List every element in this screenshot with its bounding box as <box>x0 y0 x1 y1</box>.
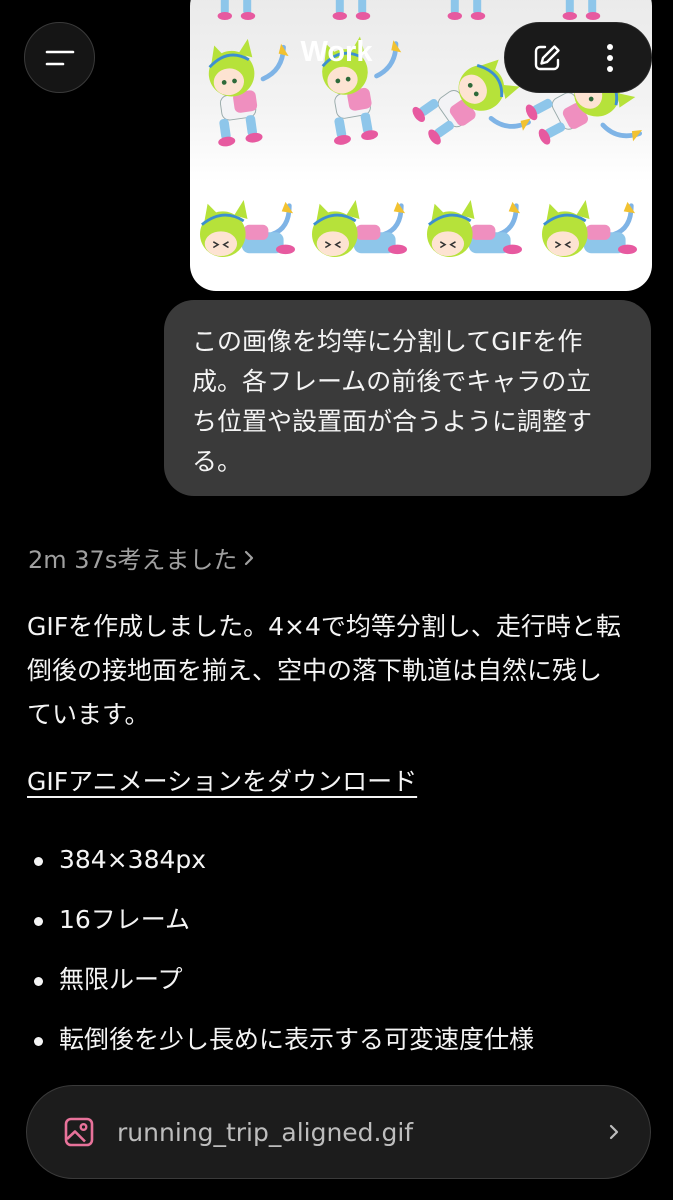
file-name: running_trip_aligned.gif <box>117 1117 414 1147</box>
user-message-line: この画像を均等に分割してGIFを作 <box>192 327 583 356</box>
bullet-icon <box>34 1037 43 1046</box>
user-message-line: ち位置や設置面が合うように調整す <box>192 407 593 436</box>
assistant-answer: GIFを作成しました。4×4で均等分割し、走行時と転 倒後の接地面を揃え、空中の… <box>27 605 652 737</box>
thought-duration-toggle[interactable]: 2m 37s考えました <box>28 540 255 575</box>
edit-icon <box>534 44 560 70</box>
sprite-figure <box>217 0 256 20</box>
list-item: 無限ループ <box>34 958 534 1018</box>
sprite-figure <box>332 0 371 20</box>
header-actions <box>504 22 652 93</box>
spec-text: 384×384px <box>59 845 207 874</box>
image-file-icon <box>64 1117 94 1147</box>
bullet-icon <box>34 917 43 926</box>
answer-line: ています。 <box>27 700 150 729</box>
spec-list: 384×384px 16フレーム 無限ループ 転倒後を少し長めに表示する可変速度… <box>34 838 534 1078</box>
user-message-bubble: この画像を均等に分割してGIFを作 成。各フレームの前後でキャラの立 ち位置や設… <box>164 300 651 496</box>
chevron-right-icon <box>245 550 254 565</box>
list-item: 16フレーム <box>34 898 534 958</box>
spec-text: 無限ループ <box>59 965 183 994</box>
new-chat-button[interactable] <box>523 34 571 82</box>
more-vertical-icon <box>606 43 613 72</box>
sprite-figure <box>312 200 407 257</box>
menu-button[interactable] <box>24 22 95 93</box>
sprite-figure <box>321 36 402 145</box>
answer-line: GIFを作成しました。4×4で均等分割し、走行時と転 <box>27 612 621 641</box>
bullet-icon <box>34 977 43 986</box>
spec-text: 16フレーム <box>59 905 191 934</box>
file-attachment-chip[interactable]: running_trip_aligned.gif <box>26 1085 651 1179</box>
list-item: 384×384px <box>34 838 534 898</box>
sprite-figure <box>447 0 486 20</box>
sprite-figure <box>208 38 289 147</box>
user-message-line: 成。各フレームの前後でキャラの立 <box>192 367 592 396</box>
sprite-figure <box>427 200 522 257</box>
sprite-figure <box>200 200 295 257</box>
sprite-figure <box>562 0 601 20</box>
thought-label: 2m 37s考えました <box>28 546 238 574</box>
list-item: 転倒後を少し長めに表示する可変速度仕様 <box>34 1018 534 1078</box>
chevron-right-icon <box>609 1124 619 1140</box>
more-options-button[interactable] <box>586 34 634 82</box>
sprite-figure <box>542 200 637 257</box>
user-message-line: る。 <box>192 447 243 476</box>
answer-line: 倒後の接地面を揃え、空中の落下軌道は自然に残し <box>27 656 603 685</box>
bullet-icon <box>34 857 43 866</box>
download-gif-link[interactable]: GIFアニメーションをダウンロード <box>27 762 417 798</box>
hamburger-icon <box>45 50 74 65</box>
spec-text: 転倒後を少し長めに表示する可変速度仕様 <box>59 1025 535 1054</box>
